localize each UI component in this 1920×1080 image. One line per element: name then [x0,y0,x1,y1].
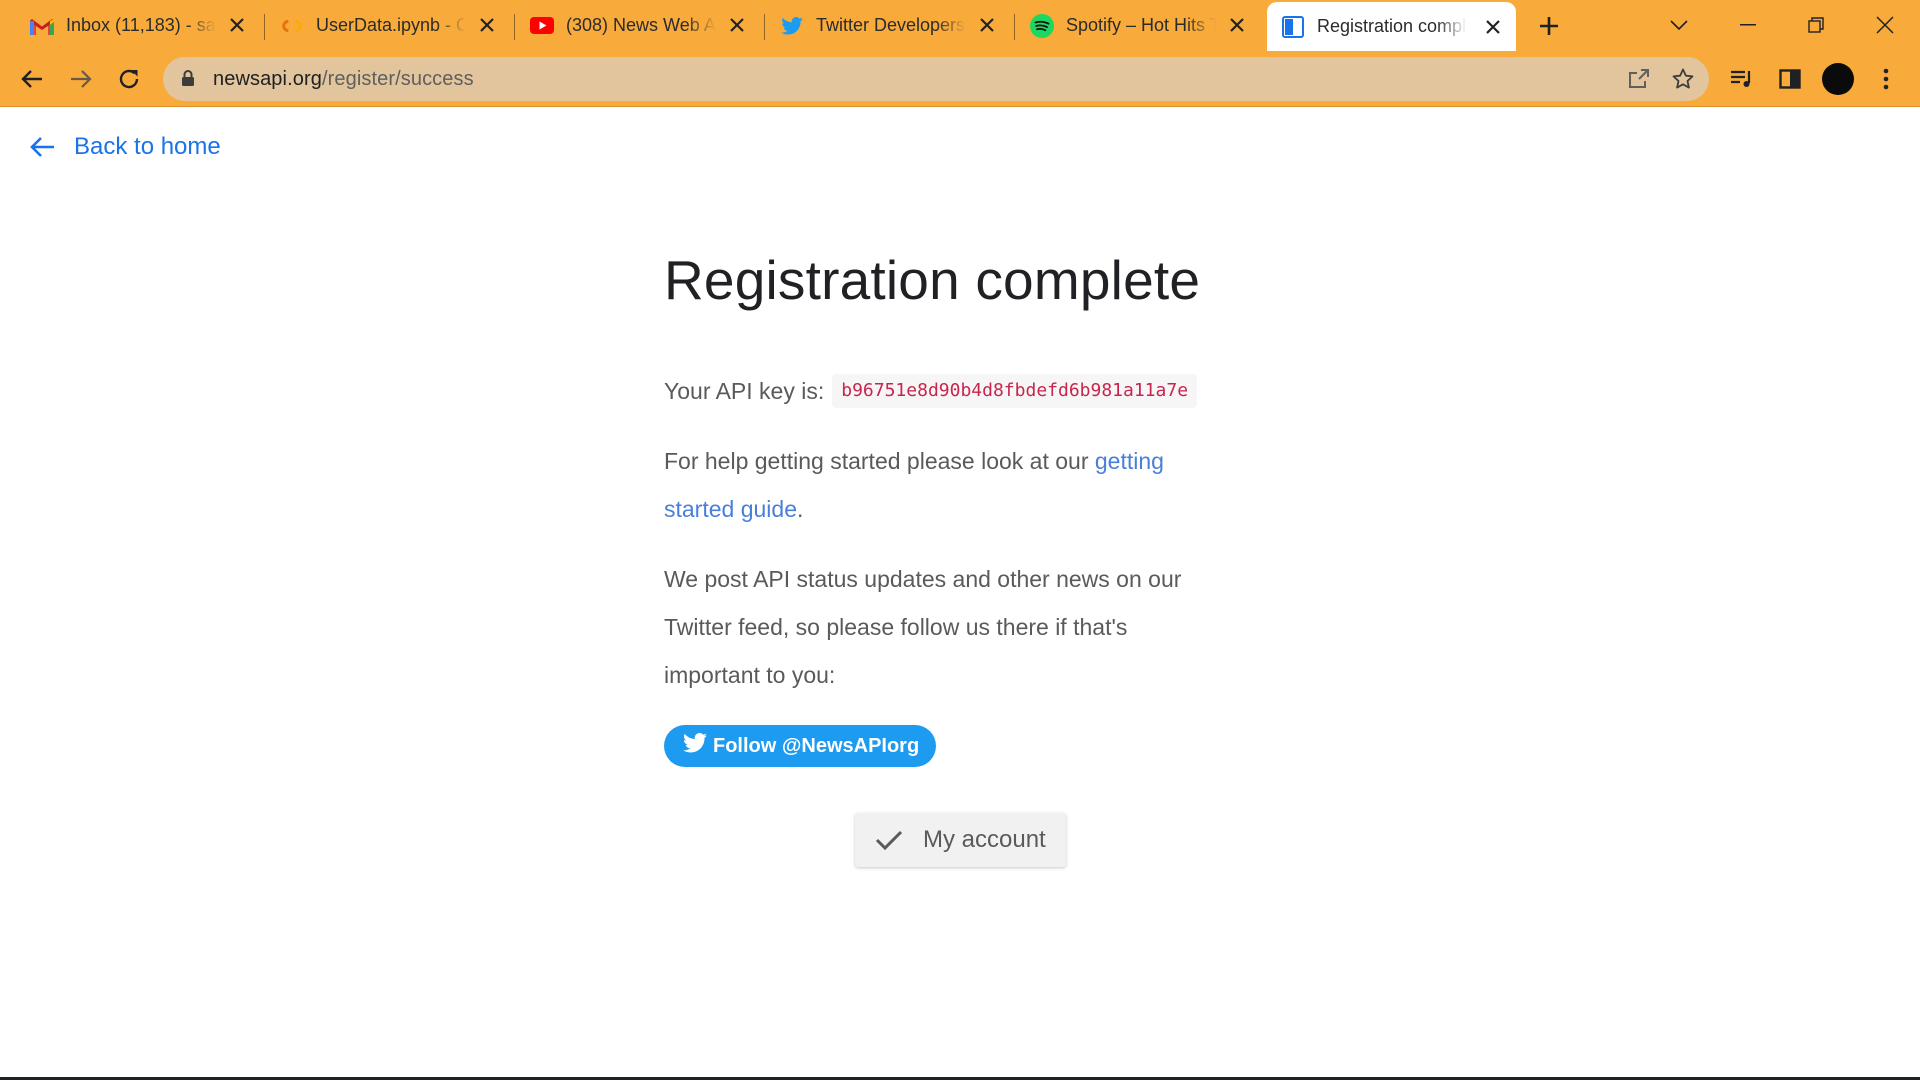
tab-separator [264,14,265,40]
tab-spotify[interactable]: Spotify – Hot Hits Today [1016,0,1260,51]
twitter-icon [780,14,804,38]
registration-content: Registration complete Your API key is: b… [664,245,1224,767]
more-vert-icon[interactable] [1870,63,1902,95]
url-text: newsapi.org/register/success [213,68,474,91]
address-bar[interactable]: newsapi.org/register/success [163,57,1709,101]
gmail-icon [30,14,54,38]
news-paragraph: We post API status updates and other new… [664,566,1182,688]
arrow-left-icon [30,137,54,157]
tab-separator [514,14,515,40]
tab-title: Inbox (11,183) - sam [66,15,216,35]
spotify-icon [1030,13,1054,38]
forward-arrow-icon[interactable] [65,63,97,95]
tab-search-chevron-icon[interactable] [1664,10,1694,40]
tab-strip: Inbox (11,183) - sam UserData.ipynb - Co… [0,0,1920,51]
close-icon[interactable] [1482,16,1504,38]
side-panel-icon[interactable] [1774,63,1806,95]
my-account-label: My account [923,826,1046,853]
lock-icon[interactable] [181,69,195,92]
restore-icon[interactable] [1801,10,1831,40]
tab-twitter-developers[interactable]: Twitter Developers [766,0,1010,51]
page-title: Registration complete [664,249,1201,311]
media-queue-icon[interactable] [1726,63,1758,95]
tab-title: UserData.ipynb - Colaboratory [316,15,466,35]
tab-gmail[interactable]: Inbox (11,183) - sam [16,0,260,51]
close-icon[interactable] [726,14,748,36]
tab-title: Twitter Developers [816,15,966,35]
close-icon[interactable] [976,14,998,36]
browser-toolbar: newsapi.org/register/success [0,51,1920,107]
my-account-button[interactable]: My account [855,813,1066,867]
back-arrow-icon[interactable] [16,63,48,95]
twitter-follow-label: Follow @NewsAPIorg [713,734,920,757]
help-paragraph: For help getting started please look at … [664,437,1224,533]
tab-registration-complete[interactable]: Registration complete [1267,2,1516,51]
close-icon[interactable] [1226,14,1248,36]
api-key-value[interactable]: b96751e8d90b4d8fbdefd6b981a11a7e [832,374,1198,408]
help-text: For help getting started please look at … [664,448,1095,474]
api-key-row: Your API key is: b96751e8d90b4d8fbdefd6b… [664,367,1224,415]
avatar[interactable] [1822,63,1854,95]
check-icon [875,830,903,851]
close-window-icon[interactable] [1870,10,1900,40]
youtube-icon [530,14,554,38]
newsapi-icon [1281,15,1305,39]
tab-colab[interactable]: UserData.ipynb - Colaboratory [266,0,510,51]
back-to-home-label: Back to home [74,133,221,160]
tab-youtube[interactable]: (308) News Web App [516,0,760,51]
reload-icon[interactable] [113,63,145,95]
account-button-wrap: My account [855,813,1066,867]
colab-icon [280,14,304,38]
profile-avatar-button[interactable] [1822,63,1854,95]
tab-title: (308) News Web App [566,15,716,35]
help-end: . [796,496,804,522]
bookmark-star-icon[interactable] [1671,67,1695,96]
share-icon[interactable] [1627,67,1651,96]
close-icon[interactable] [476,14,498,36]
twitter-follow-button[interactable]: Follow @NewsAPIorg [664,725,937,767]
new-tab-plus-icon[interactable] [1535,12,1563,40]
url-domain: newsapi.org [213,68,322,90]
tab-separator [1014,14,1015,40]
tab-title: Registration complete [1317,16,1467,36]
minimize-icon[interactable] [1733,10,1763,40]
back-to-home-link[interactable]: Back to home [28,133,221,161]
api-key-label: Your API key is: [664,378,825,404]
tab-title: Spotify – Hot Hits Today [1066,15,1216,35]
twitter-bird-icon [683,733,707,759]
tab-separator [764,14,765,40]
close-icon[interactable] [226,14,248,36]
url-path: /register/success [321,68,474,90]
